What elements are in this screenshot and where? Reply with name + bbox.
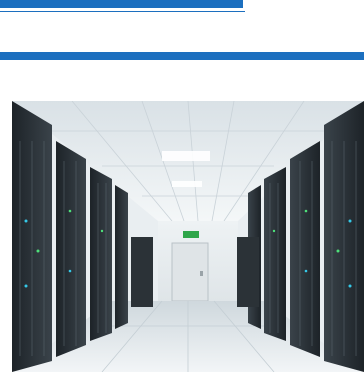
top-tab-bar — [0, 0, 243, 8]
server-room-illustration — [12, 101, 364, 372]
section-divider-bar — [0, 52, 364, 60]
top-tab-underline — [0, 11, 245, 12]
server-room-photo — [12, 101, 364, 372]
